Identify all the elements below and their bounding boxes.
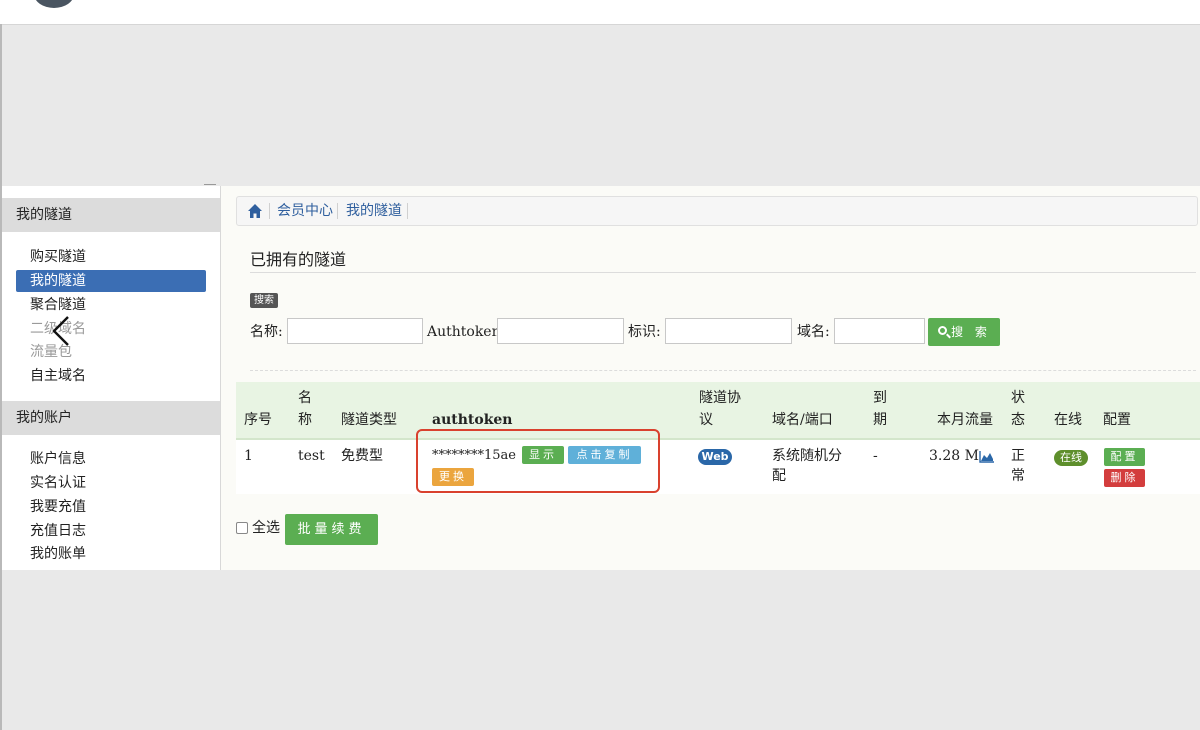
page-title: 已拥有的隧道	[250, 250, 347, 269]
domain-input[interactable]	[834, 318, 925, 344]
tag-label: 标识:	[628, 324, 661, 340]
main-panel: 会员中心 我的隧道 已拥有的隧道 搜索 名称: Authtoken: 标识: 域…	[222, 186, 1200, 570]
protocol-badge: Web	[698, 449, 732, 465]
tag-input[interactable]	[665, 318, 792, 344]
search-button-label: 搜 索	[951, 325, 991, 339]
breadcrumb-member-center[interactable]: 会员中心	[277, 197, 333, 225]
authtoken-input[interactable]	[497, 318, 624, 344]
search-icon	[938, 326, 947, 335]
cell-domain: 系统随机分	[772, 448, 842, 464]
sidebar: 我的隧道 购买隧道 我的隧道 聚合隧道 二级域名 流量包 自主域名 我的账户 账…	[2, 184, 221, 570]
chart-icon[interactable]	[979, 450, 995, 463]
breadcrumb-separator	[269, 203, 270, 219]
sidebar-item-custom-domain[interactable]: 自主域名	[16, 365, 206, 387]
sidebar-item-my-tunnels[interactable]: 我的隧道	[16, 270, 206, 292]
th-authtoken: authtoken	[432, 412, 513, 428]
search-badge: 搜索	[250, 293, 278, 308]
cell-type: 免费型	[341, 448, 383, 464]
th-expire: 到	[873, 390, 887, 406]
chevron-left-icon[interactable]	[50, 314, 72, 348]
sidebar-item-recharge[interactable]: 我要充值	[16, 496, 206, 518]
table-header: 序号 名 称 隧道类型 authtoken 隧道协 议 域名/端口 到 期 本月…	[236, 382, 1200, 440]
th-status: 状	[1011, 390, 1025, 406]
cell-domain: 配	[772, 468, 786, 484]
search-button[interactable]: 搜 索	[928, 318, 1000, 346]
top-bar	[0, 0, 1200, 25]
sidebar-item-subdomain[interactable]: 二级域名	[16, 318, 206, 340]
config-button[interactable]: 配置	[1104, 448, 1145, 466]
th-config: 配置	[1103, 412, 1131, 428]
cell-status: 常	[1011, 468, 1025, 484]
cell-expire: -	[873, 448, 878, 464]
select-all-label[interactable]: 全选	[252, 518, 280, 538]
breadcrumb-my-tunnels[interactable]: 我的隧道	[346, 197, 402, 225]
cell-name: test	[298, 448, 325, 464]
th-online: 在线	[1054, 412, 1082, 428]
delete-button[interactable]: 删除	[1104, 469, 1145, 487]
avatar[interactable]	[34, 0, 74, 8]
breadcrumb-separator	[337, 203, 338, 219]
cell-traffic: 3.28 M	[929, 448, 979, 464]
th-domain: 域名/端口	[772, 412, 833, 428]
select-all-checkbox[interactable]	[236, 522, 248, 534]
sidebar-item-verification[interactable]: 实名认证	[16, 472, 206, 494]
home-icon[interactable]	[247, 203, 263, 219]
th-type: 隧道类型	[341, 412, 397, 428]
sidebar-heading-account: 我的账户	[2, 401, 220, 435]
name-input[interactable]	[287, 318, 423, 344]
th-name: 名	[298, 390, 312, 406]
sidebar-item-aggregate-tunnel[interactable]: 聚合隧道	[16, 294, 206, 316]
content-area: 我的隧道 购买隧道 我的隧道 聚合隧道 二级域名 流量包 自主域名 我的账户 账…	[2, 184, 1200, 570]
domain-label: 域名:	[797, 324, 830, 340]
cell-status: 正	[1011, 448, 1025, 464]
th-expire: 期	[873, 412, 887, 428]
batch-renew-button[interactable]: 批量续费	[285, 514, 378, 545]
th-protocol: 议	[699, 412, 713, 428]
highlight-annotation	[416, 429, 660, 493]
th-traffic: 本月流量	[937, 412, 993, 428]
sidebar-item-traffic-pack[interactable]: 流量包	[16, 341, 206, 363]
sidebar-item-my-bills[interactable]: 我的账单	[16, 543, 206, 565]
online-badge: 在线	[1054, 450, 1088, 466]
divider	[250, 370, 1196, 371]
cell-index: 1	[244, 448, 253, 464]
sidebar-item-account-info[interactable]: 账户信息	[16, 448, 206, 470]
th-protocol: 隧道协	[699, 390, 741, 406]
breadcrumb: 会员中心 我的隧道	[236, 196, 1198, 226]
divider	[250, 272, 1196, 273]
th-index: 序号	[244, 412, 272, 428]
collapse-icon[interactable]	[204, 184, 216, 185]
sidebar-item-recharge-log[interactable]: 充值日志	[16, 520, 206, 542]
name-label: 名称:	[250, 324, 283, 340]
table-row: 1 test 免费型 ********15ae 显示 点击复制 更换 Web 系…	[236, 440, 1200, 494]
sidebar-item-buy-tunnel[interactable]: 购买隧道	[16, 246, 206, 268]
th-status: 态	[1011, 412, 1025, 428]
breadcrumb-separator	[407, 203, 408, 219]
sidebar-heading-tunnels: 我的隧道	[2, 198, 220, 232]
authtoken-label: Authtoken:	[427, 324, 506, 340]
th-name: 称	[298, 412, 312, 428]
